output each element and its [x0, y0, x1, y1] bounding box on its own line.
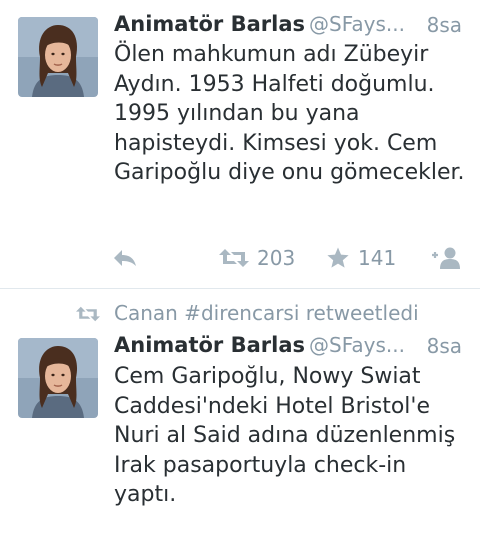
tweet-timestamp[interactable]: 8sa [420, 13, 462, 37]
author-handle[interactable]: @SFays... [309, 333, 405, 357]
tweet-actions: 203 141 [0, 243, 480, 273]
profile-photo-icon [18, 17, 98, 97]
tweet-timestamp[interactable]: 8sa [420, 334, 462, 358]
tweet[interactable]: Animatör Barlas @SFays... 8sa Ölen mahkum… [0, 0, 480, 288]
tweet[interactable]: Canan #direncarsi retweetledi Animatör B… [0, 296, 480, 536]
reply-icon [114, 250, 136, 266]
retweet-icon [219, 249, 249, 267]
tweet-text: Ölen mahkumun adı Zübeyir Aydın. 1953 Ha… [114, 42, 465, 185]
retweet-icon [76, 305, 100, 327]
favorite-count: 141 [358, 246, 397, 270]
avatar[interactable] [18, 338, 98, 418]
star-icon [327, 247, 349, 268]
author-name[interactable]: Animatör Barlas [114, 12, 305, 36]
author-name[interactable]: Animatör Barlas [114, 333, 305, 357]
follow-button[interactable] [430, 243, 462, 273]
retweeted-by-label[interactable]: Canan #direncarsi retweetledi [114, 301, 419, 325]
tweet-divider [0, 288, 480, 289]
profile-photo-icon [18, 338, 98, 418]
author-handle[interactable]: @SFays... [309, 12, 405, 36]
retweet-button[interactable]: 203 [219, 243, 295, 273]
avatar[interactable] [18, 17, 98, 97]
retweet-context: Canan #direncarsi retweetledi [0, 296, 480, 330]
tweet-header: Animatör Barlas @SFays... 8sa [114, 12, 462, 40]
tweet-text: Cem Garipoğlu, Nowy Swiat Caddesi'ndeki … [114, 364, 456, 507]
favorite-button[interactable]: 141 [326, 243, 396, 273]
tweet-header: Animatör Barlas @SFays... 8sa [114, 333, 462, 361]
retweet-count: 203 [257, 246, 296, 270]
follow-user-icon [432, 247, 460, 269]
reply-button[interactable] [112, 243, 138, 273]
